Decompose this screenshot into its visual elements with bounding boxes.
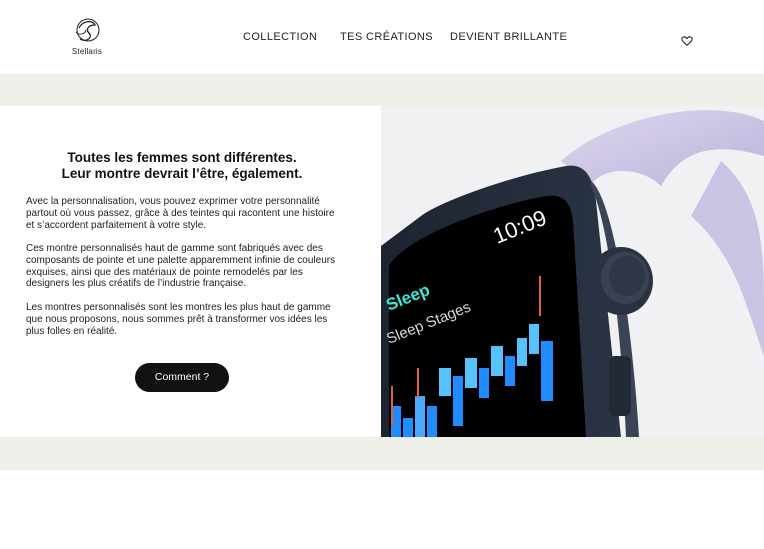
brand-name: Stellaris [71,47,103,56]
nav-item-collection[interactable]: COLLECTION [243,31,317,43]
bottom-band [0,437,764,470]
comment-button[interactable]: Comment ? [135,363,229,392]
top-band [0,74,764,106]
hero-watch-image: 10:09 Sleep Sleep Stages [381,106,764,437]
hero-text-panel: Toutes les femmes sont différentes. Leur… [0,106,381,437]
main-nav: COLLECTION TES CRÉATIONS DEVIENT BRILLAN… [0,31,764,45]
hero-headline-line-1: Toutes les femmes sont différentes. [67,150,297,165]
hero-headline: Toutes les femmes sont différentes. Leur… [0,150,364,181]
nav-item-devient-brillante[interactable]: DEVIENT BRILLANTE [450,31,567,43]
hero-headline-line-2: Leur montre devrait l’être, également. [61,165,303,181]
heart-icon [681,36,693,47]
nav-item-tes-creations[interactable]: TES CRÉATIONS [340,31,433,43]
hero-paragraph-3: Les montres personnalisés sont les montr… [26,302,331,337]
watch-illustration: 10:09 Sleep Sleep Stages [381,110,764,437]
favorites-button[interactable] [681,34,693,47]
site-header: Stellaris COLLECTION TES CRÉATIONS DEVIE… [0,0,764,74]
side-button [609,356,631,416]
watch-strap-band [691,161,764,356]
hero-paragraph-2: Ces montre personnalisés haut de gamme s… [26,243,336,290]
hero-paragraph-1: Avec la personnalisation, vous pouvez ex… [26,196,335,231]
